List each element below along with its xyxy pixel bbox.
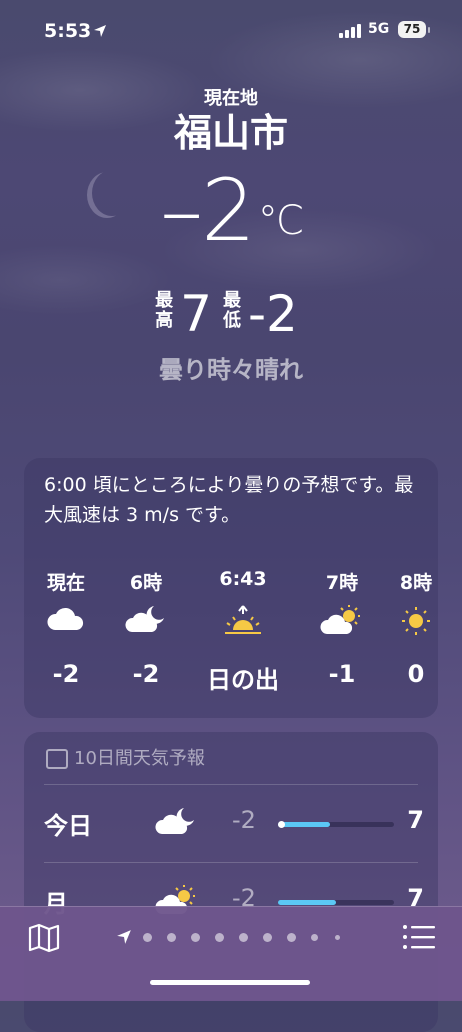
status-time: 5:53 [44, 20, 92, 42]
page-dot [167, 933, 176, 942]
battery-icon: 75 [398, 21, 426, 38]
temperature-range-bar [278, 900, 394, 905]
hour-item: 6時 -2 [116, 568, 176, 688]
page-dot [287, 933, 296, 942]
hour-item: 現在 -2 [36, 568, 96, 688]
cloud-icon [36, 604, 96, 644]
status-bar: 5:53 5G 75 [0, 18, 462, 46]
day-name: 今日 [44, 812, 92, 840]
day-high: 7 [407, 806, 424, 834]
sunrise-icon [198, 604, 288, 644]
home-indicator [150, 980, 310, 985]
page-dot [215, 933, 224, 942]
forecast-summary: 6:00 頃にところにより曇りの予想です。最大風速は 3 m/s です。 [44, 474, 414, 526]
hour-item: 7時 -1 [312, 568, 372, 688]
hour-value: -2 [132, 660, 160, 688]
range-fill [278, 900, 336, 905]
page-dot [335, 935, 340, 940]
location-label: 現在地 [204, 88, 258, 109]
high-label: 最高 [155, 290, 174, 331]
day-row[interactable]: 今日 -2 7 [44, 794, 424, 854]
range-fill [278, 822, 331, 827]
temperature-range-bar [278, 821, 394, 828]
hour-label: 8時 [399, 572, 433, 594]
cloud-sun-icon [312, 604, 372, 644]
high-low: 最高 7 最低 -2 [0, 286, 462, 342]
page-dot [311, 934, 318, 941]
page-dot [239, 933, 248, 942]
page-dot [263, 933, 272, 942]
hour-label: 7時 [325, 572, 359, 594]
hour-label: 現在 [46, 572, 85, 594]
cloud-moon-icon [116, 604, 176, 644]
hour-value: 0 [407, 660, 425, 688]
current-temperature: –2 °C [0, 166, 462, 256]
hour-item: 8時 0 [386, 568, 446, 688]
current-temp-marker [278, 821, 285, 828]
location-header: 現在地 福山市 [0, 82, 462, 156]
signal-icon [339, 24, 361, 38]
ten-day-title-text: 10日間天気予報 [74, 748, 205, 769]
hour-item: 6:43 日の出 [198, 568, 288, 695]
temperature-unit: °C [257, 198, 304, 244]
low-label: 最低 [222, 290, 241, 331]
cloud-moon-icon [154, 806, 198, 842]
temperature-value: –2 [160, 161, 256, 261]
calendar-icon [46, 749, 68, 769]
location-arrow-icon [117, 930, 131, 944]
sun-icon [386, 604, 446, 644]
high-value: 7 [180, 285, 212, 343]
page-dot [143, 933, 152, 942]
day-low: -2 [232, 806, 256, 834]
condition-text: 曇り時々晴れ [159, 356, 303, 384]
city-name: 福山市 [173, 111, 288, 155]
hour-label: 6時 [129, 572, 163, 594]
ten-day-title: 10日間天気予報 [46, 744, 205, 770]
hour-label: 6:43 [219, 568, 267, 590]
map-icon[interactable] [28, 923, 60, 953]
divider [44, 784, 418, 785]
page-dot [191, 933, 200, 942]
low-value: -2 [247, 285, 298, 343]
list-icon[interactable] [402, 923, 436, 951]
network-label: 5G [368, 21, 390, 37]
location-arrow-icon [94, 25, 106, 37]
hour-value: -1 [328, 660, 356, 688]
hourly-forecast-card[interactable]: 6:00 頃にところにより曇りの予想です。最大風速は 3 m/s です。 現在 … [24, 458, 438, 718]
hour-value: -2 [52, 660, 80, 688]
hour-value: 日の出 [207, 666, 279, 694]
battery-cap [428, 27, 430, 33]
divider [44, 862, 418, 863]
bottom-toolbar [0, 906, 462, 1001]
